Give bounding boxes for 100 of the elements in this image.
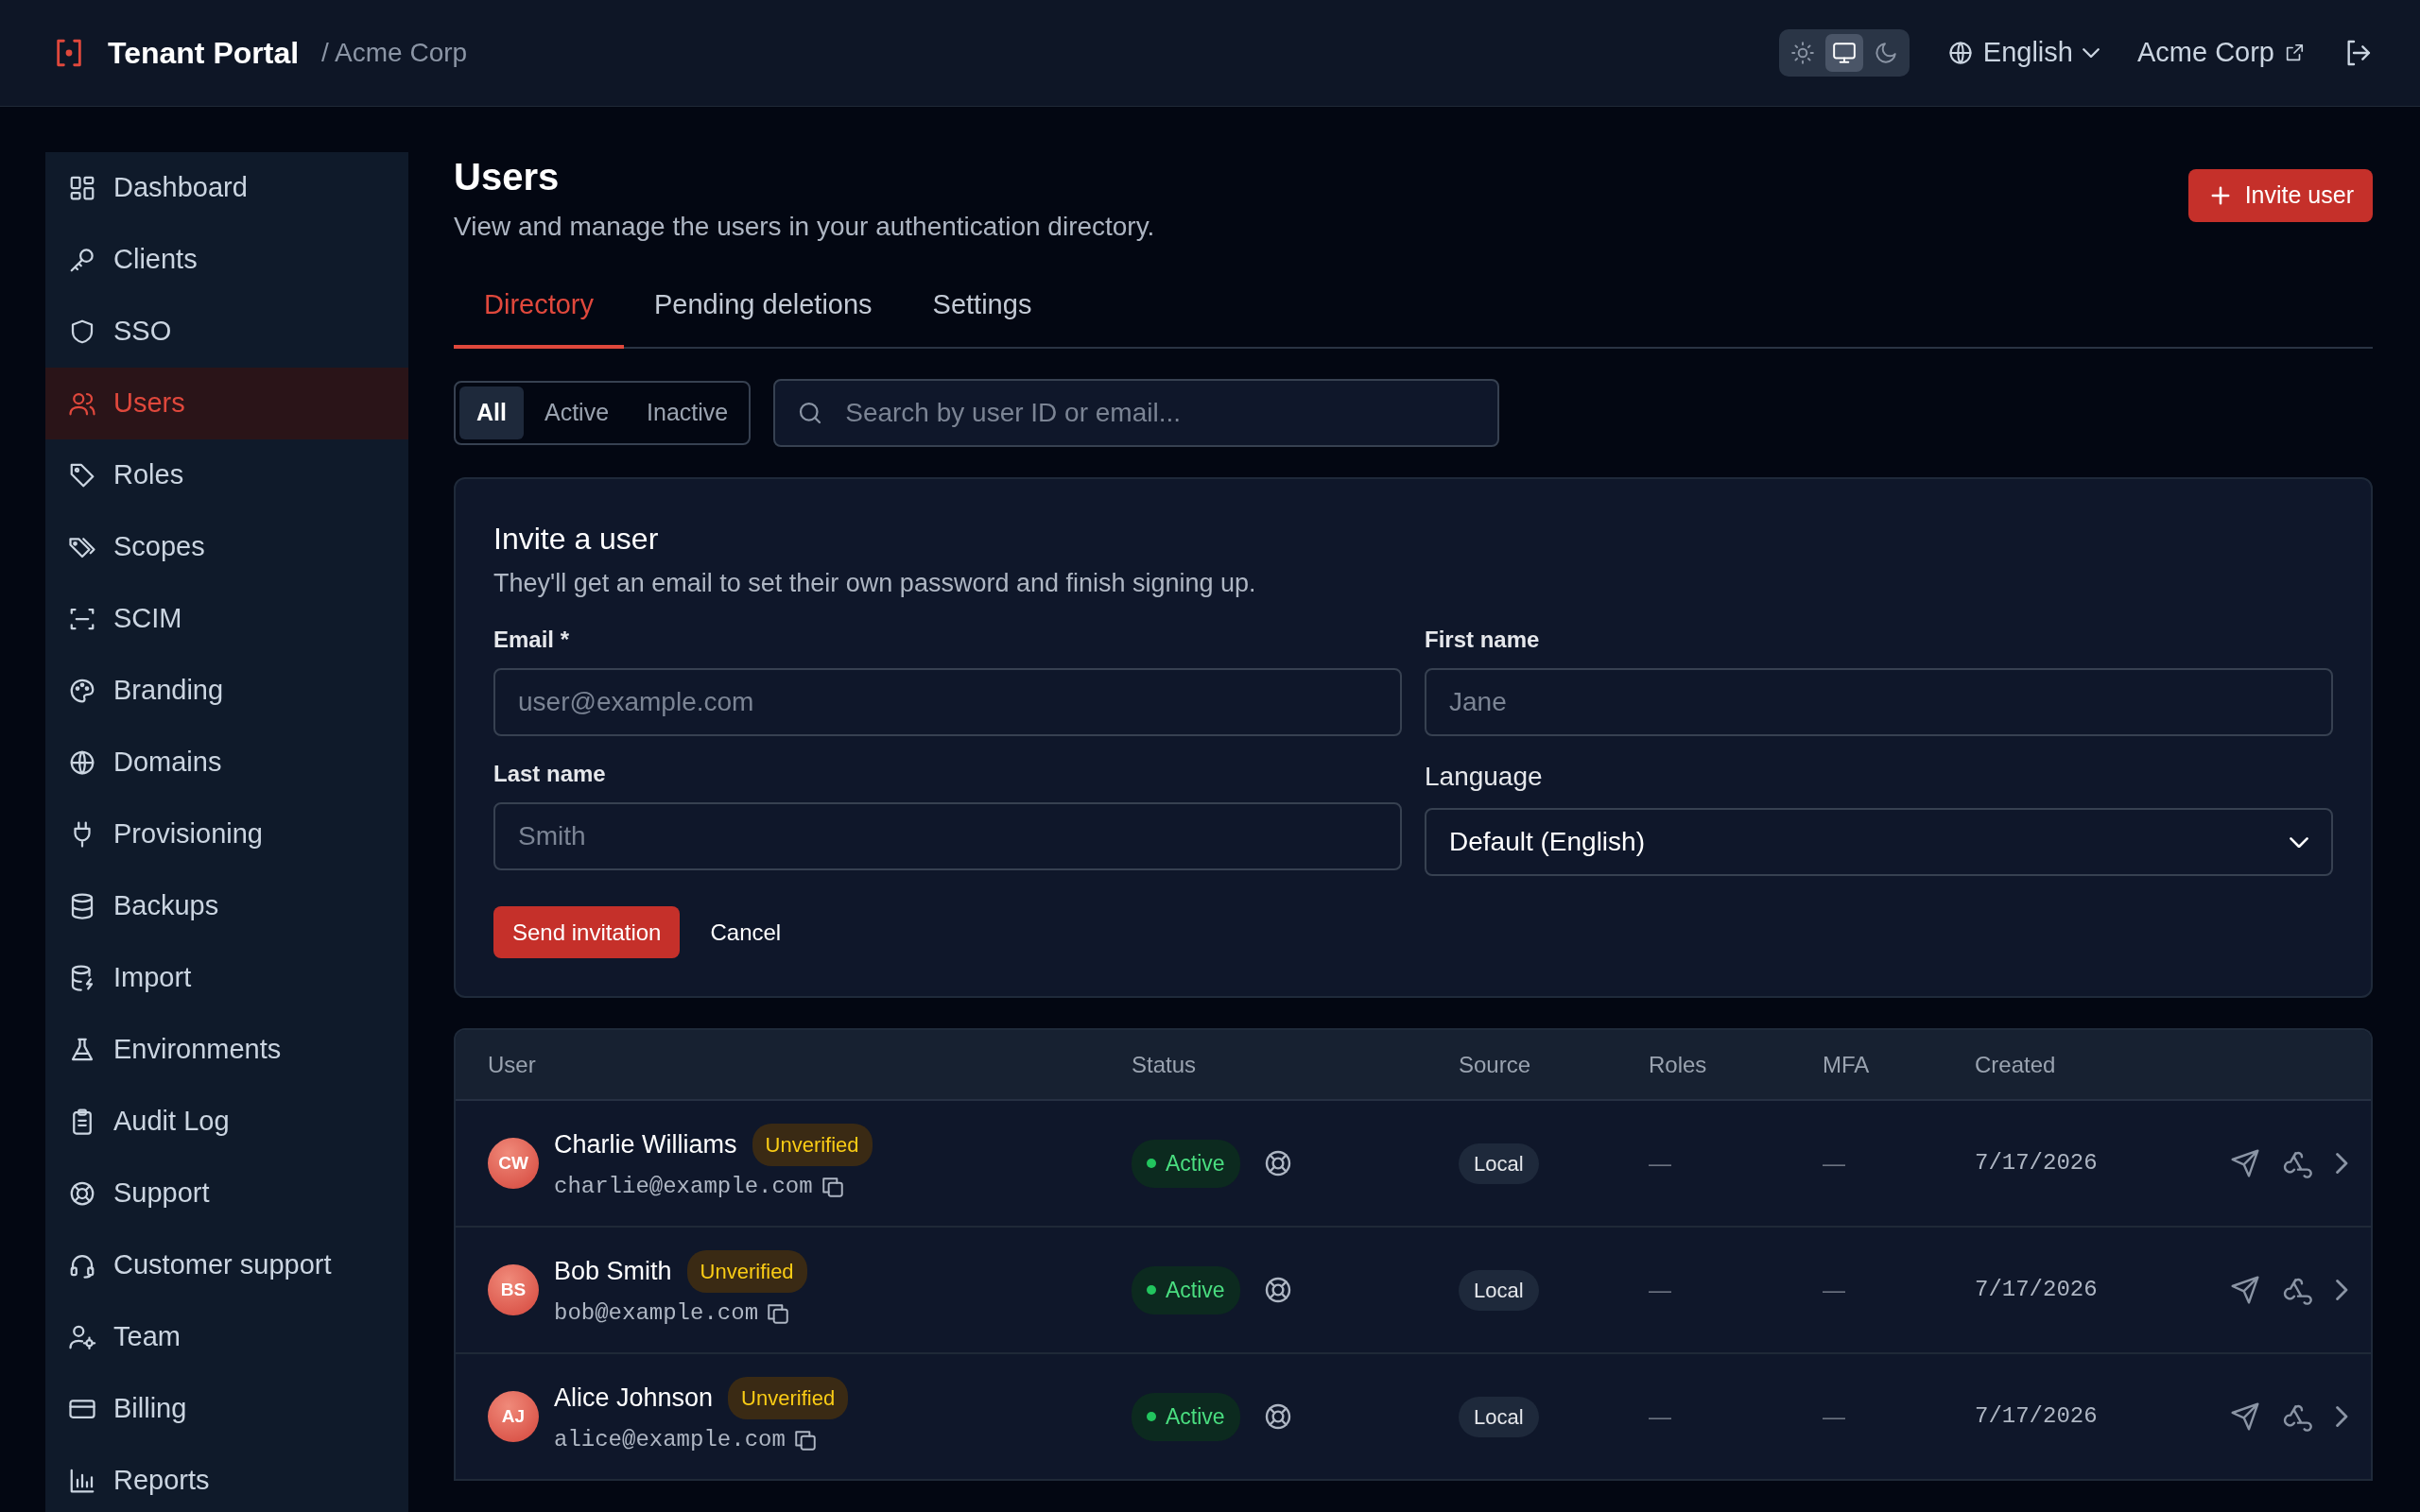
input-field[interactable]: user@example.com [493,668,1402,737]
mfa-cell: — [1823,1403,1845,1430]
source-pill: Local [1459,1269,1539,1311]
tab[interactable]: Directory [454,275,624,349]
status-pill: Active [1132,1393,1240,1441]
search-field[interactable]: Search by user ID or email... [773,378,1500,447]
external-link-icon [2284,43,2305,63]
send-invitation-button[interactable]: Send invitation [493,906,681,959]
language-select[interactable]: Default (English) [1425,808,2333,877]
column-header: MFA [1823,1050,1871,1079]
mfa-cell: — [1823,1277,1845,1303]
row-open-button[interactable] [2336,1280,2348,1301]
row-open-button[interactable] [2336,1406,2348,1428]
source-pill: Local [1459,1396,1539,1437]
source-pill: Local [1459,1143,1539,1184]
chevron-down-icon [2082,47,2100,59]
tab[interactable]: Settings [902,275,1063,349]
tab[interactable]: Pending deletions [624,275,903,349]
sidebar-item[interactable]: Billing [45,1373,408,1445]
user-email: bob@example.com [554,1298,759,1328]
sidebar-item[interactable]: Customer support [45,1229,408,1301]
sidebar-item[interactable]: Backups [45,870,408,942]
unverified-badge: Unverified [686,1249,807,1293]
sidebar-item[interactable]: Audit Log [45,1086,408,1158]
moon-icon [1873,41,1898,65]
chevron-right-icon [2336,1153,2348,1175]
tenant-name: / Acme Corp [321,37,468,69]
send-button[interactable] [2230,1275,2261,1306]
unverified-badge: Unverified [752,1123,873,1166]
unverified-badge: Unverified [728,1376,849,1419]
sidebar-item[interactable]: Branding [45,655,408,727]
brand-name[interactable]: Tenant Portal [108,30,300,76]
status-pill: Active [1132,1266,1240,1314]
sidebar-item[interactable]: SSO [45,296,408,368]
input-field[interactable]: Smith [493,802,1402,871]
user-avatar: CW [488,1138,539,1190]
lifebuoy-icon [68,1179,96,1208]
sun-icon [1789,41,1815,65]
chevron-down-icon [2290,836,2308,849]
sidebar-item[interactable]: Dashboard [45,152,408,224]
filter-option[interactable]: All [459,386,524,439]
user-email: charlie@example.com [554,1172,813,1201]
bar-chart-icon [68,1467,96,1495]
user-name[interactable]: Alice Johnson [554,1379,714,1418]
input-field[interactable]: Jane [1425,668,2333,737]
user-gear-icon [68,1323,96,1351]
column-header: Created [1975,1050,2057,1079]
sidebar-item[interactable]: Provisioning [45,799,408,870]
column-header: User [488,1050,537,1079]
tag-icon [68,461,96,490]
chevron-right-icon [2336,1406,2348,1428]
column-header: Status [1132,1050,1198,1079]
user-name[interactable]: Bob Smith [554,1252,672,1291]
theme-mode-button[interactable] [1824,34,1863,72]
palette-icon [68,677,96,705]
send-icon [2230,1401,2261,1433]
field-label: Last name [493,760,607,789]
send-icon [2230,1148,2261,1179]
sidebar-item[interactable]: Import [45,942,408,1014]
sidebar-item[interactable]: Clients [45,224,408,296]
sidebar-item[interactable]: Reports [45,1445,408,1512]
roles-cell: — [1649,1277,1671,1303]
globe-icon [1946,40,1974,66]
field-label: Email * [493,626,571,655]
monitor-icon [1831,41,1857,65]
user-email: alice@example.com [554,1425,786,1454]
created-date: 7/17/2026 [1975,1403,2098,1430]
page-title: Users [454,155,561,199]
roles-cell: — [1649,1403,1671,1430]
send-button[interactable] [2230,1148,2261,1179]
sidebar-item[interactable]: SCIM [45,583,408,655]
user-avatar: BS [488,1264,539,1316]
roles-cell: — [1649,1150,1671,1177]
created-date: 7/17/2026 [1975,1150,2098,1177]
sidebar-item[interactable]: Team [45,1301,408,1373]
cancel-button[interactable]: Cancel [695,915,797,950]
send-button[interactable] [2230,1401,2261,1433]
sidebar-item[interactable]: Environments [45,1014,408,1086]
field-label: Language [1425,761,1544,794]
sidebar-item[interactable]: Scopes [45,511,408,583]
sidebar-item[interactable]: Users [45,368,408,439]
language-selector[interactable]: English [1946,32,2100,74]
sidebar-item[interactable]: Roles [45,439,408,511]
send-icon [2230,1275,2261,1306]
created-date: 7/17/2026 [1975,1277,2098,1303]
filter-option[interactable]: Active [527,386,627,439]
sidebar-item[interactable]: Support [45,1158,408,1229]
key-icon [68,246,96,274]
account-link[interactable]: Acme Corp [2136,32,2305,74]
mfa-cell: — [1823,1150,1845,1177]
column-header: Roles [1649,1050,1708,1079]
filter-option[interactable]: Inactive [630,386,746,439]
chevron-right-icon [2336,1280,2348,1301]
globe-icon [68,748,96,777]
row-open-button[interactable] [2336,1153,2348,1175]
invite-user-button[interactable]: Invite user [2187,169,2373,222]
field-label: First name [1425,626,1541,655]
page-subtitle: View and manage the users in your authentication directory. [454,211,1155,243]
sidebar-item[interactable]: Domains [45,727,408,799]
user-name[interactable]: Charlie Williams [554,1125,737,1164]
